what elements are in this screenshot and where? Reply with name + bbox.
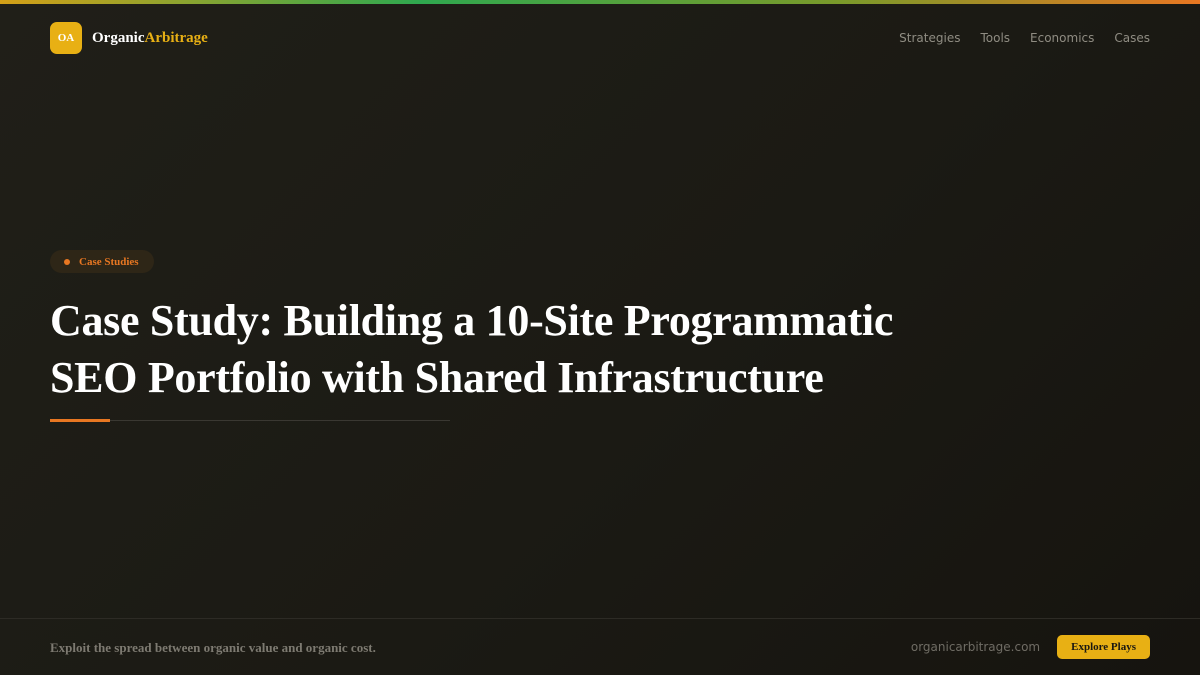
explore-plays-button[interactable]: Explore Plays [1057, 635, 1150, 659]
nav-link-tools[interactable]: Tools [980, 31, 1010, 45]
logo-mark: OA [50, 22, 82, 54]
main-nav: Strategies Tools Economics Cases [899, 31, 1150, 45]
footer-right: organicarbitrage.com Explore Plays [911, 635, 1150, 659]
footer-divider [0, 618, 1200, 619]
category-badge: Case Studies [50, 250, 154, 273]
title-divider-accent [50, 419, 110, 422]
page-title: Case Study: Building a 10-Site Programma… [50, 292, 1010, 406]
footer-tagline: Exploit the spread between organic value… [50, 640, 376, 655]
site-header: OA OrganicArbitrage Strategies Tools Eco… [50, 22, 1150, 54]
brand-name-part1: Organic [92, 29, 145, 46]
badge-dot-icon [64, 258, 70, 265]
footer-domain: organicarbitrage.com [910, 640, 1041, 654]
nav-link-strategies[interactable]: Strategies [899, 31, 960, 45]
top-accent-bar [0, 0, 1200, 4]
brand-name: OrganicArbitrage [92, 30, 208, 47]
nav-link-cases[interactable]: Cases [1114, 31, 1150, 45]
category-badge-label: Case Studies [79, 255, 139, 268]
nav-link-economics[interactable]: Economics [1030, 31, 1094, 45]
page-title-line2: SEO Portfolio with Shared Infrastructure [50, 353, 824, 402]
brand-name-part2: Arbitrage [144, 29, 208, 46]
page-title-line1: Case Study: Building a 10-Site Programma… [50, 296, 894, 345]
title-divider [50, 420, 450, 421]
brand-logo[interactable]: OA OrganicArbitrage [50, 22, 208, 54]
